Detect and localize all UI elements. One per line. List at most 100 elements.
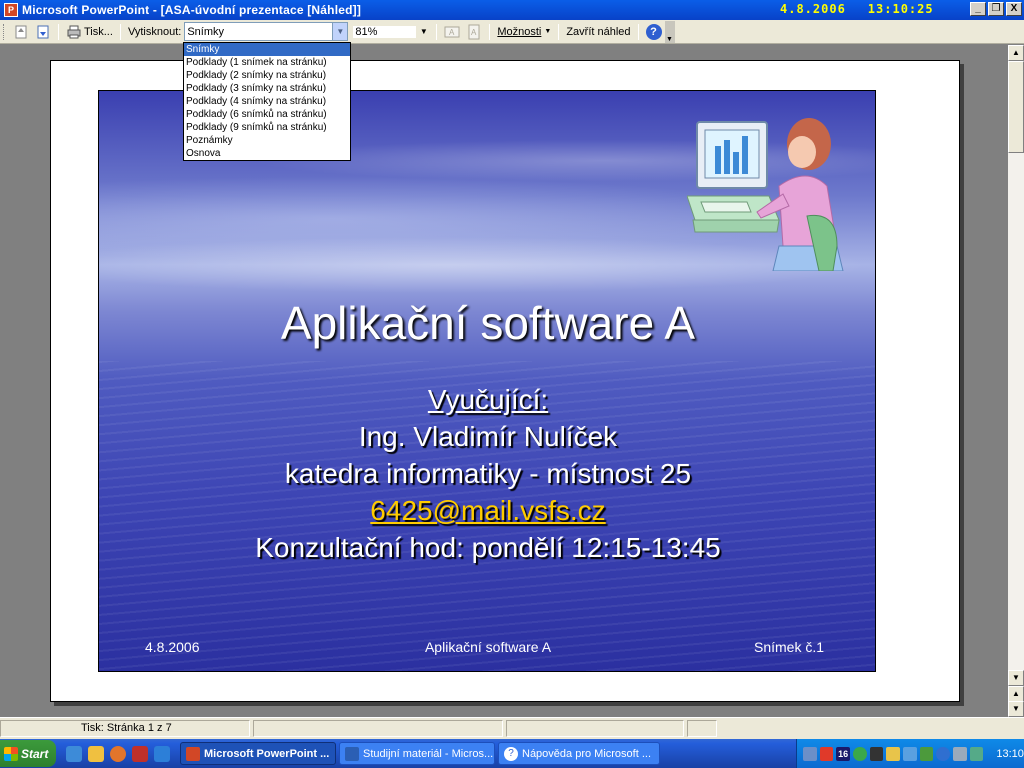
start-label: Start [21,746,49,761]
browser-icon[interactable] [154,745,170,762]
antivirus-icon[interactable] [819,746,834,761]
print-what-option[interactable]: Podklady (6 snímků na stránku) [184,108,350,121]
network-icon[interactable] [803,746,817,761]
close-button[interactable]: X [1006,2,1022,16]
print-what-option[interactable]: Podklady (4 snímky na stránku) [184,95,350,108]
close-preview-label: Zavřít náhled [566,25,631,38]
chevron-down-icon[interactable]: ▼ [416,23,432,40]
print-what-label: Vytisknout: [127,25,182,38]
print-label: Tisk... [84,25,113,38]
task-label: Nápověda pro Microsoft ... [522,747,652,760]
clock-date: 4.8.2006 [780,2,846,16]
landscape-button[interactable]: A [441,22,463,42]
options-label: Možnosti [497,25,542,38]
help-icon: ? [504,746,518,761]
vertical-scrollbar[interactable]: ▲ ▼ ▲ ▼ [1008,45,1024,717]
print-what-option[interactable]: Snímky [184,43,350,56]
chevron-down-icon[interactable]: ▼ [332,23,348,40]
taskbar-clock: 13:10 [996,747,1024,760]
camera-icon[interactable] [869,746,884,761]
task-powerpoint[interactable]: Microsoft PowerPoint ... [180,742,336,765]
volume-icon[interactable] [969,746,984,761]
powerpoint-icon[interactable]: P [4,3,18,17]
scroll-down-button[interactable]: ▼ [1008,670,1024,686]
toolbar-grip[interactable] [3,23,6,40]
toolbar-separator [58,23,59,40]
print-what-value: Snímky [187,25,225,38]
start-button[interactable]: Start [0,740,56,767]
print-what-dropdown[interactable]: Snímky Podklady (1 snímek na stránku) Po… [183,42,351,161]
system-tray: 16 13:10 [796,739,1024,768]
print-button[interactable]: Tisk... [63,22,116,42]
help-icon: ? [645,23,662,40]
status-icon[interactable] [853,746,867,761]
word-icon [345,746,359,761]
folder-icon[interactable] [886,746,901,761]
zoom-value: 81% [353,25,417,38]
toolbar-separator [558,23,560,40]
quick-launch [66,745,170,762]
caret-down-icon: ▼ [544,28,552,35]
computer-user-clipart [687,118,844,271]
print-what-option[interactable]: Poznámky [184,134,350,147]
toolbar-options-button[interactable]: ▼ [664,20,675,43]
firefox-icon[interactable] [110,745,126,762]
task-help[interactable]: ? Nápověda pro Microsoft ... [498,742,660,765]
portrait-icon: A [468,24,480,39]
scroll-thumb[interactable] [1008,61,1024,153]
options-menu-button[interactable]: Možnosti ▼ [494,22,554,42]
printer-icon [67,25,81,38]
clock-time: 13:10:25 [867,2,934,16]
powerpoint-icon [186,746,200,761]
restore-button[interactable]: ❐ [988,2,1004,16]
print-what-option[interactable]: Osnova [184,147,350,160]
clock-icon[interactable] [88,745,104,762]
help-button[interactable]: ? [643,22,665,42]
status-panel-empty [253,720,503,737]
windows-logo-icon [4,746,18,761]
svg-text:A: A [449,28,455,37]
print-what-option[interactable]: Podklady (1 snímek na stránku) [184,56,350,69]
teacher-name: Ing. Vladimír Nulíček [358,421,618,452]
previous-slide-button[interactable]: ▲ [1008,686,1024,702]
toolbar-separator [637,23,639,40]
teacher-label: Vyučující: [427,384,549,415]
status-panel-empty [687,720,717,737]
badge-icon[interactable]: 16 [836,746,851,761]
opera-icon[interactable] [132,745,148,762]
status-page: Tisk: Stránka 1 z 7 [0,720,250,737]
info-icon[interactable] [936,746,951,761]
app-icon[interactable] [919,746,934,761]
svg-text:A: A [471,28,477,37]
print-preview-toolbar: Tisk... Vytisknout: Snímky ▼ 81% ▼ A A M… [0,20,1024,44]
print-what-option[interactable]: Podklady (9 snímků na stránku) [184,121,350,134]
toolbar-separator [489,23,491,40]
next-slide-button[interactable]: ▼ [1008,701,1024,717]
portrait-button[interactable]: A [463,22,485,42]
task-word[interactable]: Studijní materiál - Micros... [339,742,495,765]
department-line: katedra informatiky - místnost 25 [284,458,692,489]
slide-title: Aplikační software A [280,297,696,349]
next-page-icon [37,25,49,38]
internet-explorer-icon[interactable] [66,745,82,762]
scroll-up-button[interactable]: ▲ [1008,45,1024,61]
safely-remove-icon[interactable] [953,746,967,761]
print-what-option[interactable]: Podklady (2 snímky na stránku) [184,69,350,82]
print-what-select[interactable]: Snímky ▼ [184,22,349,41]
status-bar: Tisk: Stránka 1 z 7 [0,717,1024,739]
consultation-line: Konzultační hod: pondělí 12:15-13:45 [255,532,721,563]
toolbar-separator [119,23,121,40]
title-bar: P Microsoft PowerPoint - [ASA-úvodní pre… [0,0,1024,20]
taskbar: Start Microsoft PowerPoint ... Studijní … [0,739,1024,768]
task-label: Microsoft PowerPoint ... [204,747,330,760]
print-what-option[interactable]: Podklady (3 snímky na stránku) [184,82,350,95]
close-preview-button[interactable]: Zavřít náhled [563,22,633,42]
next-page-button[interactable] [32,22,54,42]
title-clock: 4.8.2006 13:10:25 [780,2,956,16]
display-icon[interactable] [903,746,917,761]
previous-page-button[interactable] [10,22,32,42]
email-link[interactable]: 6425@mail.vsfs.cz [99,492,875,529]
task-label: Studijní materiál - Micros... [363,747,494,760]
minimize-button[interactable]: _ [970,2,986,16]
zoom-select[interactable]: 81% ▼ [352,22,433,41]
